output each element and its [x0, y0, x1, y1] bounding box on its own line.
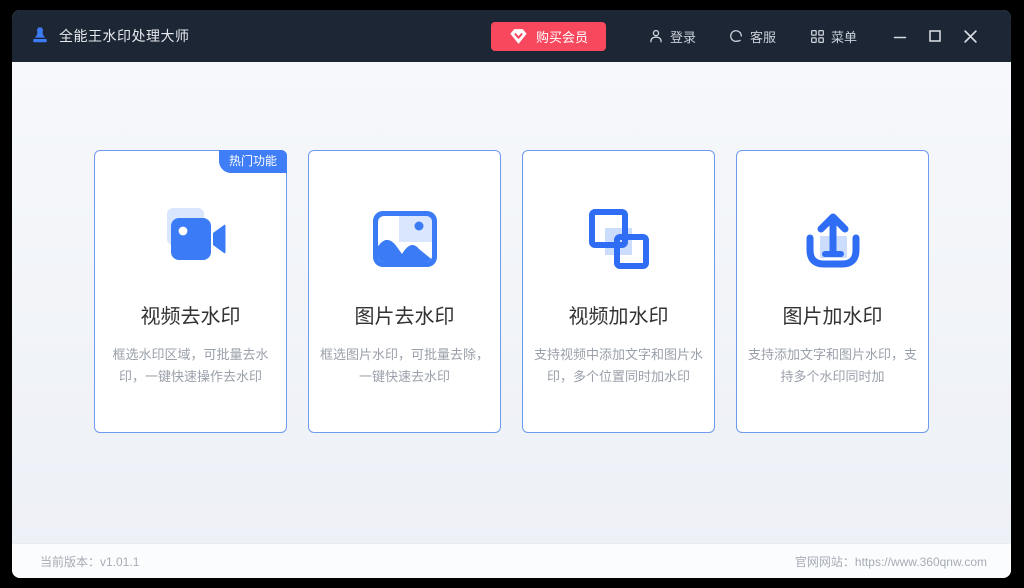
upload-tray-icon — [796, 206, 870, 272]
card-description: 支持添加文字和图片水印，支持多个水印同时加 — [737, 344, 928, 388]
headset-icon — [728, 28, 744, 44]
card-image-add-watermark[interactable]: 图片加水印 支持添加文字和图片水印，支持多个水印同时加 — [736, 150, 929, 433]
buy-membership-button[interactable]: 购买会员 — [491, 22, 606, 51]
card-title: 视频加水印 — [523, 300, 714, 329]
card-title: 视频去水印 — [95, 300, 286, 329]
customer-support-button[interactable]: 客服 — [728, 27, 776, 46]
maximize-icon — [928, 29, 942, 43]
card-description: 框选水印区域，可批量去水印，一键快速操作去水印 — [95, 344, 286, 388]
app-title: 全能王水印处理大师 — [59, 26, 190, 46]
minimize-icon — [893, 29, 907, 43]
titlebar: 全能王水印处理大师 购买会员 登录 — [12, 10, 1011, 62]
window-controls — [885, 21, 985, 51]
minimize-button[interactable] — [885, 21, 915, 51]
buy-membership-label: 购买会员 — [536, 27, 588, 46]
status-bar: 当前版本：v1.01.1 官网网站：https://www.360qnw.com — [12, 543, 1011, 578]
version-text: 当前版本：v1.01.1 — [40, 553, 139, 570]
card-image-remove-watermark[interactable]: 图片去水印 框选图片水印，可批量去除，一键快速去水印 — [308, 150, 501, 433]
app-identity: 全能王水印处理大师 — [30, 26, 190, 46]
card-title: 图片去水印 — [309, 300, 500, 329]
photo-icon — [368, 206, 442, 272]
close-icon — [963, 29, 978, 44]
support-label: 客服 — [750, 27, 776, 46]
card-description: 支持视频中添加文字和图片水印，多个位置同时加水印 — [523, 344, 714, 388]
close-button[interactable] — [955, 21, 985, 51]
overlapping-squares-icon — [582, 206, 656, 272]
gem-icon — [509, 28, 528, 45]
menu-label: 菜单 — [831, 27, 857, 46]
login-button[interactable]: 登录 — [648, 27, 696, 46]
titlebar-right: 购买会员 登录 客服 — [491, 21, 985, 51]
maximize-button[interactable] — [920, 21, 950, 51]
hot-feature-badge: 热门功能 — [219, 150, 287, 173]
website-text: 官网网站：https://www.360qnw.com — [795, 553, 987, 570]
video-camera-icon — [154, 206, 228, 272]
card-video-remove-watermark[interactable]: 热门功能 视频去水印 框选水印区域，可批量去水印，一键快速操作去水印 — [94, 150, 287, 433]
stamp-logo-icon — [30, 26, 50, 46]
app-window: 全能王水印处理大师 购买会员 登录 — [12, 10, 1011, 578]
menu-button[interactable]: 菜单 — [810, 27, 857, 46]
login-label: 登录 — [670, 27, 696, 46]
grid-menu-icon — [810, 29, 825, 44]
card-description: 框选图片水印，可批量去除，一键快速去水印 — [309, 344, 500, 388]
feature-cards-area: 热门功能 视频去水印 框选水印区域，可批量去水印，一键快速操作去水印 — [12, 62, 1011, 543]
card-video-add-watermark[interactable]: 视频加水印 支持视频中添加文字和图片水印，多个位置同时加水印 — [522, 150, 715, 433]
card-title: 图片加水印 — [737, 300, 928, 329]
user-icon — [648, 28, 664, 44]
